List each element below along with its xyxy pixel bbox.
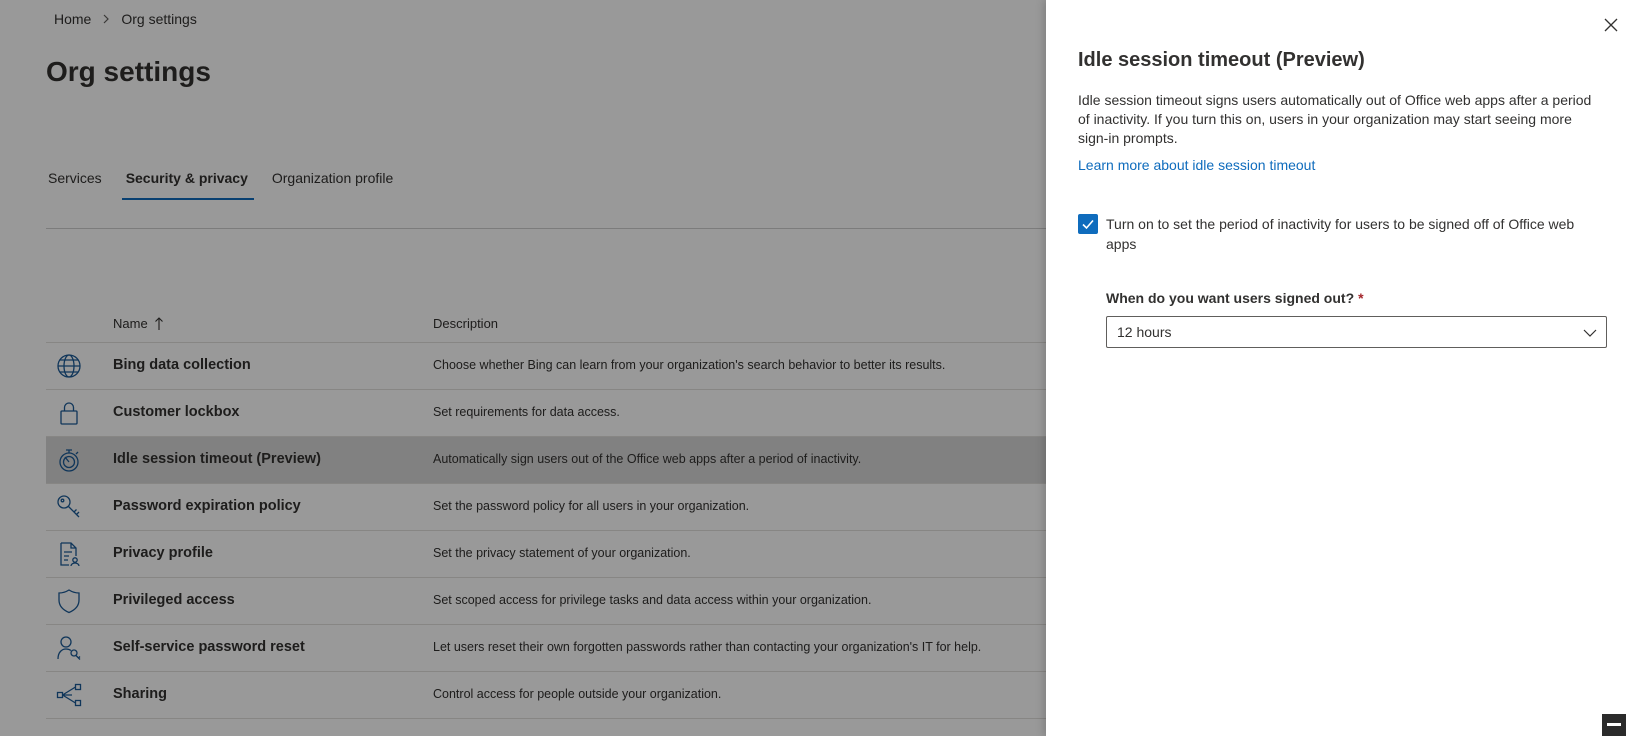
settings-table: Name Description Bing data collection Ch… bbox=[46, 303, 1046, 719]
row-description: Control access for people outside your o… bbox=[433, 687, 722, 701]
minimize-button[interactable] bbox=[1602, 714, 1626, 736]
timeout-field-label: When do you want users signed out? * bbox=[1106, 290, 1364, 306]
checkbox-label: Turn on to set the period of inactivity … bbox=[1106, 216, 1575, 252]
timeout-field-label-text: When do you want users signed out? bbox=[1106, 290, 1355, 306]
breadcrumb-current: Org settings bbox=[121, 11, 197, 27]
tab-security-privacy[interactable]: Security & privacy bbox=[121, 160, 255, 200]
row-name: Bing data collection bbox=[113, 357, 251, 373]
table-row[interactable]: Sharing Control access for people outsid… bbox=[46, 672, 1046, 719]
row-name: Password expiration policy bbox=[113, 498, 301, 514]
table-row[interactable]: Bing data collection Choose whether Bing… bbox=[46, 343, 1046, 390]
table-header: Name Description bbox=[46, 303, 1046, 343]
lock-icon bbox=[60, 402, 78, 425]
globe-icon bbox=[57, 354, 81, 378]
enable-timeout-checkbox[interactable] bbox=[1078, 214, 1098, 234]
row-name: Privacy profile bbox=[113, 545, 213, 561]
sort-ascending-icon bbox=[154, 316, 163, 330]
tab-list: Services Security & privacy Organization… bbox=[46, 160, 415, 200]
row-name: Idle session timeout (Preview) bbox=[113, 451, 321, 467]
row-name: Customer lockbox bbox=[113, 404, 240, 420]
key-icon bbox=[57, 495, 80, 518]
column-header-name-label: Name bbox=[113, 316, 148, 331]
person-key-icon bbox=[57, 636, 81, 660]
row-description: Set the password policy for all users in… bbox=[433, 499, 750, 513]
page-title: Org settings bbox=[46, 56, 211, 87]
tab-services[interactable]: Services bbox=[46, 160, 104, 200]
tabs-divider bbox=[46, 228, 1046, 229]
row-description: Let users reset their own forgotten pass… bbox=[433, 640, 982, 654]
minus-icon bbox=[1607, 723, 1621, 726]
table-row[interactable]: Privacy profile Set the privacy statemen… bbox=[46, 531, 1046, 578]
learn-more-link[interactable]: Learn more about idle session timeout bbox=[1078, 157, 1315, 173]
breadcrumb: Home Org settings bbox=[54, 11, 197, 27]
table-row[interactable]: Password expiration policy Set the passw… bbox=[46, 484, 1046, 531]
row-description: Set requirements for data access. bbox=[433, 405, 620, 419]
chevron-down-icon bbox=[1583, 329, 1597, 337]
row-description: Choose whether Bing can learn from your … bbox=[433, 358, 946, 372]
table-row[interactable]: Self-service password reset Let users re… bbox=[46, 625, 1046, 672]
panel-description: Idle session timeout signs users automat… bbox=[1078, 92, 1592, 146]
table-row-selected[interactable]: Idle session timeout (Preview) Automatic… bbox=[46, 437, 1046, 484]
row-description: Set scoped access for privilege tasks an… bbox=[433, 593, 872, 607]
stopwatch-icon bbox=[59, 449, 79, 472]
timeout-dropdown-value: 12 hours bbox=[1117, 324, 1172, 340]
idle-session-timeout-panel: Idle session timeout (Preview) Idle sess… bbox=[1046, 0, 1634, 736]
row-name: Privileged access bbox=[113, 592, 235, 608]
share-icon bbox=[56, 683, 82, 707]
close-button[interactable] bbox=[1600, 14, 1622, 36]
document-person-icon bbox=[60, 542, 80, 567]
column-header-description: Description bbox=[433, 316, 499, 331]
row-name: Sharing bbox=[113, 686, 167, 702]
row-name: Self-service password reset bbox=[113, 639, 305, 655]
close-icon bbox=[1604, 18, 1618, 32]
breadcrumb-home[interactable]: Home bbox=[54, 11, 91, 27]
row-description: Set the privacy statement of your organi… bbox=[433, 546, 691, 560]
chevron-right-icon bbox=[101, 14, 111, 24]
tab-organization-profile[interactable]: Organization profile bbox=[270, 160, 395, 200]
required-indicator: * bbox=[1358, 290, 1364, 306]
table-row[interactable]: Customer lockbox Set requirements for da… bbox=[46, 390, 1046, 437]
panel-title: Idle session timeout (Preview) bbox=[1078, 49, 1365, 71]
table-row[interactable]: Privileged access Set scoped access for … bbox=[46, 578, 1046, 625]
checkmark-icon bbox=[1082, 219, 1094, 230]
shield-icon bbox=[58, 589, 80, 614]
column-header-name[interactable]: Name bbox=[113, 316, 164, 331]
timeout-dropdown[interactable]: 12 hours bbox=[1106, 316, 1607, 348]
row-description: Automatically sign users out of the Offi… bbox=[433, 452, 862, 466]
